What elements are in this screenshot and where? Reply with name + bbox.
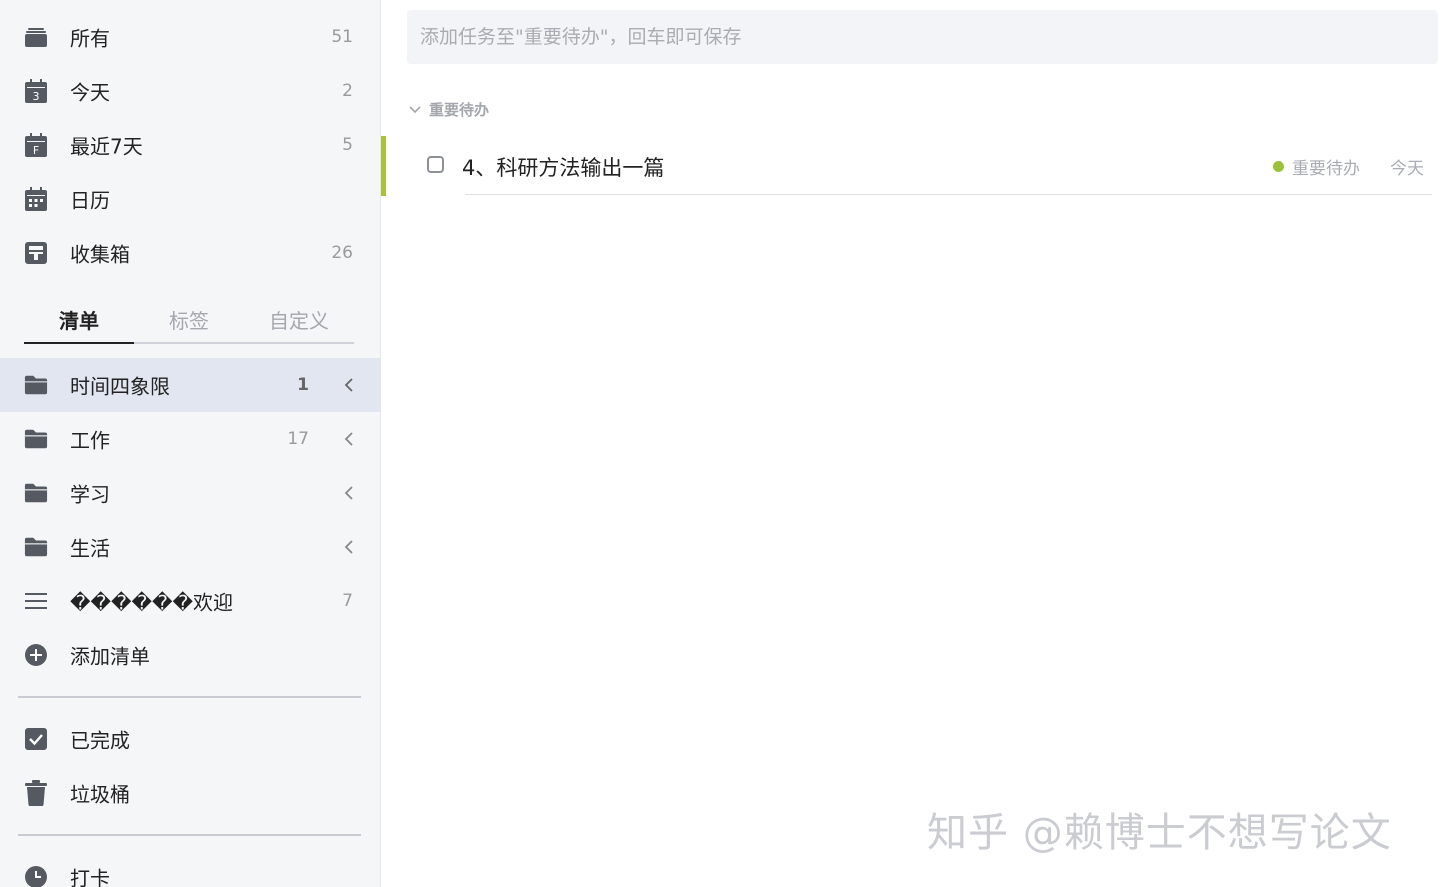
priority-indicator: [381, 136, 386, 196]
sidebar-item-time-quadrants[interactable]: 时间四象限 1: [0, 358, 380, 412]
folder-icon: [24, 535, 48, 559]
sidebar-item-welcome[interactable]: ������欢迎 7: [0, 574, 380, 628]
active-tab-indicator: [24, 342, 134, 344]
sidebar-item-label: 已完成: [70, 728, 130, 753]
tab-label: 清单: [59, 308, 99, 333]
tab-label: 标签: [169, 308, 209, 333]
calendar-week-icon: F: [24, 133, 48, 157]
tab-custom[interactable]: 自定义: [244, 296, 354, 342]
sidebar-item-habit-checkin[interactable]: 打卡: [0, 850, 380, 887]
item-count: 26: [331, 243, 353, 263]
svg-text:F: F: [33, 144, 39, 157]
calendar-grid-icon: [24, 187, 48, 211]
task-list-tag[interactable]: 重要待办: [1273, 154, 1360, 179]
sidebar-divider: [18, 696, 361, 698]
task-title: 4、科研方法输出一篇: [462, 156, 665, 180]
item-count: 1: [297, 375, 309, 395]
item-count: 5: [342, 135, 353, 155]
list-lines-icon: [24, 589, 48, 613]
folder-icon: [24, 427, 48, 451]
list-color-dot: [1273, 161, 1284, 172]
task-due-date[interactable]: 今天: [1390, 154, 1424, 179]
trash-icon: [24, 780, 48, 806]
sidebar-item-all[interactable]: 所有 51: [0, 10, 380, 64]
sidebar-item-next-7-days[interactable]: F 最近7天 5: [0, 118, 380, 172]
sidebar-item-study[interactable]: 学习: [0, 466, 380, 520]
add-task-input[interactable]: [407, 10, 1438, 64]
sidebar: 所有 51 3 今天 2 F 最近7天 5 日历 收集箱 26 清单 标签 自定…: [0, 0, 381, 887]
watermark-text: 知乎 @赖博士不想写论文: [927, 810, 1392, 856]
collect-box-icon: [24, 241, 48, 265]
app-window: 所有 51 3 今天 2 F 最近7天 5 日历 收集箱 26 清单 标签 自定…: [0, 0, 1444, 887]
sidebar-item-life[interactable]: 生活: [0, 520, 380, 574]
clock-icon: [24, 865, 48, 887]
sidebar-item-label: 学习: [70, 482, 110, 507]
chevron-left-icon[interactable]: [342, 432, 356, 446]
chevron-left-icon[interactable]: [342, 540, 356, 554]
task-checkbox[interactable]: [427, 156, 444, 173]
sidebar-item-work[interactable]: 工作 17: [0, 412, 380, 466]
sidebar-item-label: 打卡: [70, 866, 110, 887]
sidebar-item-label: 所有: [70, 26, 110, 51]
item-count: 2: [342, 81, 353, 101]
section-title: 重要待办: [429, 100, 490, 119]
chevron-down-icon: [409, 100, 421, 119]
section-header-important[interactable]: 重要待办: [409, 96, 489, 122]
tab-tags[interactable]: 标签: [134, 296, 244, 342]
tab-lists[interactable]: 清单: [24, 296, 134, 342]
sidebar-item-label: 垃圾桶: [70, 782, 130, 807]
sidebar-item-label: 今天: [70, 80, 110, 105]
item-count: 51: [331, 27, 353, 47]
folder-icon: [24, 373, 48, 397]
task-row[interactable]: 4、科研方法输出一篇 重要待办 今天: [381, 136, 1441, 196]
item-count: 7: [342, 591, 353, 611]
row-divider: [465, 194, 1432, 195]
sidebar-item-label: 生活: [70, 536, 110, 561]
chevron-left-icon[interactable]: [342, 378, 356, 392]
sidebar-item-label: 日历: [70, 188, 110, 213]
sidebar-divider: [18, 834, 361, 836]
task-list-panel: 重要待办 4、科研方法输出一篇 重要待办 今天 知乎 @赖博士不想写论文: [381, 0, 1444, 887]
sidebar-tabs: 清单 标签 自定义: [24, 296, 354, 344]
inbox-stack-icon: [24, 25, 48, 49]
folder-icon: [24, 481, 48, 505]
task-tag-label: 重要待办: [1292, 159, 1360, 179]
sidebar-item-today[interactable]: 3 今天 2: [0, 64, 380, 118]
chevron-left-icon[interactable]: [342, 486, 356, 500]
plus-circle-icon: [24, 643, 48, 667]
add-list-button[interactable]: 添加清单: [0, 628, 380, 682]
svg-text:3: 3: [33, 90, 40, 103]
sidebar-item-calendar[interactable]: 日历: [0, 172, 380, 226]
sidebar-item-completed[interactable]: 已完成: [0, 712, 380, 766]
calendar-today-icon: 3: [24, 79, 48, 103]
sidebar-item-trash[interactable]: 垃圾桶: [0, 766, 380, 820]
sidebar-item-label: 最近7天: [70, 134, 143, 159]
sidebar-item-label: ������欢迎: [70, 590, 234, 615]
sidebar-item-label: 时间四象限: [70, 374, 170, 399]
sidebar-item-label: 收集箱: [70, 242, 130, 267]
item-count: 17: [287, 429, 309, 449]
checkbox-checked-icon: [24, 727, 48, 751]
add-list-label: 添加清单: [70, 644, 150, 669]
tab-label: 自定义: [269, 308, 329, 333]
sidebar-item-inbox[interactable]: 收集箱 26: [0, 226, 380, 280]
sidebar-item-label: 工作: [70, 428, 110, 453]
